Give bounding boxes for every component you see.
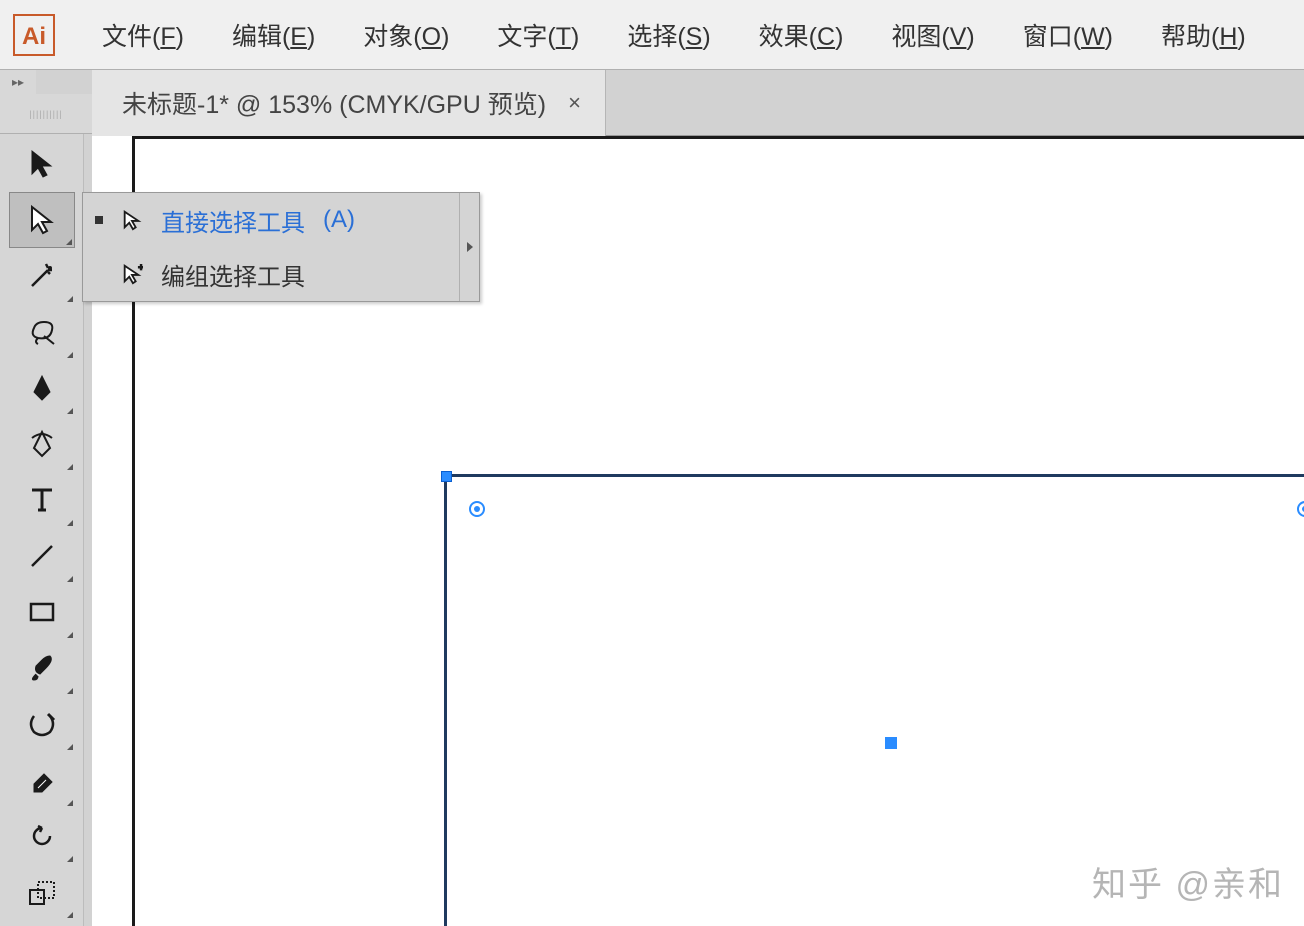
toolbox xyxy=(0,134,84,926)
menu-item-v[interactable]: 视图(V) xyxy=(879,11,986,59)
lasso-tool-button[interactable] xyxy=(9,304,75,360)
flyout-indicator-icon xyxy=(67,520,73,526)
type-tool-icon xyxy=(26,484,58,516)
flyout-indicator-icon xyxy=(67,464,73,470)
direct-selection-tool-button[interactable] xyxy=(9,192,75,248)
document-tab[interactable]: 未标题-1* @ 153% (CMYK/GPU 预览) × xyxy=(92,70,606,136)
brush-tool-button[interactable] xyxy=(9,640,75,696)
flyout-indicator-icon xyxy=(67,688,73,694)
flyout-item-direct-selection[interactable]: 直接选择工具 (A) xyxy=(83,193,479,247)
menu-bar: Ai 文件(F) 编辑(E) 对象(O) 文字(T) 选择(S) 效果(C) 视图(V) 窗口… xyxy=(0,0,1304,70)
lasso-tool-icon xyxy=(26,316,58,348)
close-tab-button[interactable]: × xyxy=(568,90,581,116)
flyout-indicator-icon xyxy=(67,632,73,638)
pen-tool-icon xyxy=(26,372,58,404)
menu-item-h[interactable]: 帮助(H) xyxy=(1149,11,1258,59)
rotate-tool-icon xyxy=(26,820,58,852)
flyout-indicator-icon xyxy=(67,800,73,806)
eraser-tool-icon xyxy=(26,764,58,796)
rectangle-tool-button[interactable] xyxy=(9,584,75,640)
group-selection-icon: + xyxy=(117,263,147,285)
magic-wand-tool-icon xyxy=(26,260,58,292)
watermark-text: 知乎 @亲和 xyxy=(1092,857,1284,906)
tool-flyout-menu: 直接选择工具 (A) + 编组选择工具 xyxy=(82,192,480,302)
curvature-tool-icon xyxy=(26,428,58,460)
pen-tool-button[interactable] xyxy=(9,360,75,416)
flyout-indicator-icon xyxy=(67,296,73,302)
direct-selection-icon xyxy=(117,209,147,231)
document-tab-title: 未标题-1* @ 153% (CMYK/GPU 预览) xyxy=(122,85,546,121)
flyout-indicator-icon xyxy=(67,408,73,414)
brush-tool-icon xyxy=(26,652,58,684)
flyout-indicator-icon xyxy=(67,744,73,750)
svg-text:Ai: Ai xyxy=(22,23,46,50)
menu-item-e[interactable]: 编辑(E) xyxy=(220,11,327,59)
panel-collapse-button[interactable]: ▸▸ xyxy=(0,70,36,94)
anchor-point-top-left[interactable] xyxy=(441,471,452,482)
type-tool-button[interactable] xyxy=(9,472,75,528)
active-indicator-icon xyxy=(95,270,103,278)
menu-item-c[interactable]: 效果(C) xyxy=(747,11,856,59)
flyout-indicator-icon xyxy=(67,912,73,918)
ruler-corner: |||||||||| xyxy=(0,94,92,134)
flyout-tearoff-handle[interactable] xyxy=(459,193,479,301)
shaper-tool-button[interactable] xyxy=(9,696,75,752)
flyout-item-label: 直接选择工具 xyxy=(161,203,305,238)
menu-item-w[interactable]: 窗口(W) xyxy=(1011,11,1125,59)
center-point[interactable] xyxy=(885,737,897,749)
flyout-item-group-selection[interactable]: + 编组选择工具 xyxy=(83,247,479,301)
flyout-indicator-icon xyxy=(67,352,73,358)
eraser-tool-button[interactable] xyxy=(9,752,75,808)
menu-item-s[interactable]: 选择(S) xyxy=(615,11,722,59)
active-indicator-icon xyxy=(95,216,103,224)
scale-tool-button[interactable] xyxy=(9,864,75,920)
curvature-tool-button[interactable] xyxy=(9,416,75,472)
magic-wand-tool-button[interactable] xyxy=(9,248,75,304)
line-tool-icon xyxy=(26,540,58,572)
svg-text:+: + xyxy=(138,263,143,272)
line-tool-button[interactable] xyxy=(9,528,75,584)
flyout-indicator-icon xyxy=(67,856,73,862)
rotate-tool-button[interactable] xyxy=(9,808,75,864)
menu-item-t[interactable]: 文字(T) xyxy=(485,11,591,59)
shaper-tool-icon xyxy=(26,708,58,740)
flyout-indicator-icon xyxy=(67,576,73,582)
flyout-item-shortcut: (A) xyxy=(323,206,355,234)
menu-item-f[interactable]: 文件(F) xyxy=(90,11,196,59)
menu-item-o[interactable]: 对象(O) xyxy=(351,11,461,59)
rectangle-tool-icon xyxy=(26,596,58,628)
app-logo: Ai xyxy=(8,9,60,61)
document-tab-bar: 未标题-1* @ 153% (CMYK/GPU 预览) × xyxy=(92,70,1304,136)
flyout-indicator-icon xyxy=(66,239,72,245)
corner-widget-top-left[interactable] xyxy=(469,501,485,517)
scale-tool-icon xyxy=(26,876,58,908)
selection-tool-button[interactable] xyxy=(9,136,75,192)
direct-selection-tool-icon xyxy=(26,204,58,236)
selection-tool-icon xyxy=(26,148,58,180)
flyout-item-label: 编组选择工具 xyxy=(161,257,305,292)
corner-widget-top-right[interactable] xyxy=(1297,501,1304,517)
